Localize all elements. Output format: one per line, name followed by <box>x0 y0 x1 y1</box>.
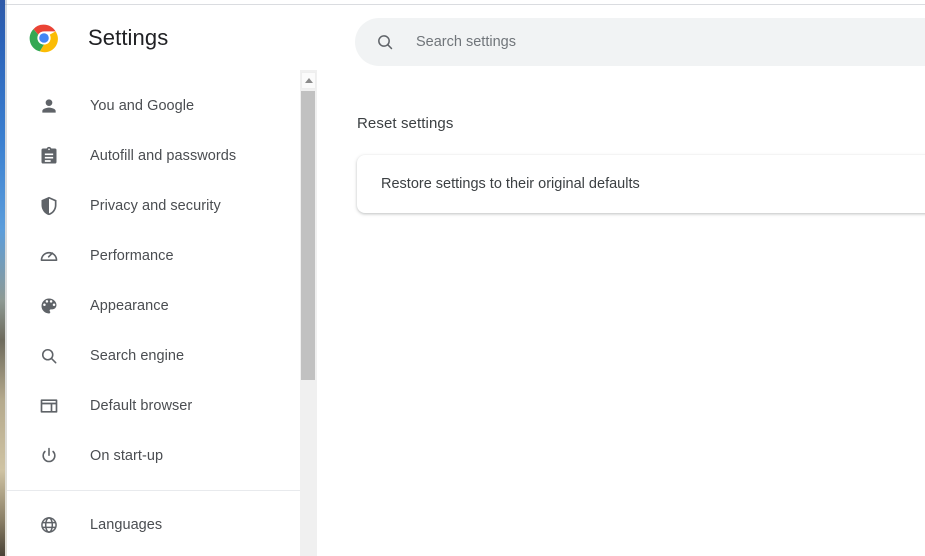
sidebar-item-search-engine[interactable]: Search engine <box>7 331 300 381</box>
globe-icon <box>39 515 59 535</box>
sidebar-divider <box>7 490 300 491</box>
sidebar-item-label: On start-up <box>90 448 164 464</box>
sidebar-item-label: Autofill and passwords <box>90 148 237 164</box>
sidebar-item-label: Appearance <box>90 298 169 314</box>
sidebar-scrollbar-thumb[interactable] <box>301 91 315 380</box>
sidebar-item-privacy-and-security[interactable]: Privacy and security <box>7 181 300 231</box>
section-title-reset-settings: Reset settings <box>357 115 454 132</box>
magnifier-icon <box>39 346 59 366</box>
sidebar-item-default-browser[interactable]: Default browser <box>7 381 300 431</box>
palette-icon <box>39 296 59 316</box>
sidebar-item-label: Performance <box>90 248 174 264</box>
sidebar-item-label: You and Google <box>90 98 195 114</box>
restore-settings-card[interactable]: Restore settings to their original defau… <box>357 155 925 213</box>
sidebar-item-label: Privacy and security <box>90 198 221 214</box>
restore-settings-label: Restore settings to their original defau… <box>381 176 640 192</box>
settings-main-content: Search settings Reset settings Restore s… <box>317 5 925 556</box>
sidebar-item-autofill-and-passwords[interactable]: Autofill and passwords <box>7 131 300 181</box>
search-input[interactable]: Search settings <box>416 34 516 50</box>
sidebar-item-on-start-up[interactable]: On start-up <box>7 431 300 481</box>
sidebar-item-performance[interactable]: Performance <box>7 231 300 281</box>
sidebar-item-label: Default browser <box>90 398 193 414</box>
sidebar-item-label: Search engine <box>90 348 185 364</box>
window-left-edge <box>5 0 7 556</box>
page-title: Settings <box>88 25 169 50</box>
speedometer-icon <box>39 246 59 266</box>
settings-sidebar: Settings You and Google Autofill and pas… <box>7 5 300 556</box>
search-settings-field[interactable]: Search settings <box>355 18 925 66</box>
chevron-up-icon <box>304 78 313 83</box>
power-icon <box>39 446 59 466</box>
search-icon <box>375 32 395 52</box>
browser-window-icon <box>39 396 59 416</box>
window-top-hairline <box>0 4 925 5</box>
sidebar-scrollbar-up-button[interactable] <box>301 72 316 89</box>
person-icon <box>39 96 59 116</box>
shield-icon <box>39 196 59 216</box>
sidebar-brand: Settings <box>7 5 300 71</box>
desktop-wallpaper-strip <box>0 0 5 556</box>
sidebar-nav: You and Google Autofill and passwords Pr… <box>7 81 300 550</box>
restore-settings-row[interactable]: Restore settings to their original defau… <box>357 155 925 213</box>
sidebar-item-languages[interactable]: Languages <box>7 500 300 550</box>
sidebar-item-you-and-google[interactable]: You and Google <box>7 81 300 131</box>
chrome-settings-window: Settings You and Google Autofill and pas… <box>0 0 925 556</box>
sidebar-item-appearance[interactable]: Appearance <box>7 281 300 331</box>
clipboard-icon <box>39 146 59 166</box>
chrome-logo-icon <box>28 22 60 54</box>
sidebar-item-label: Languages <box>90 517 163 533</box>
